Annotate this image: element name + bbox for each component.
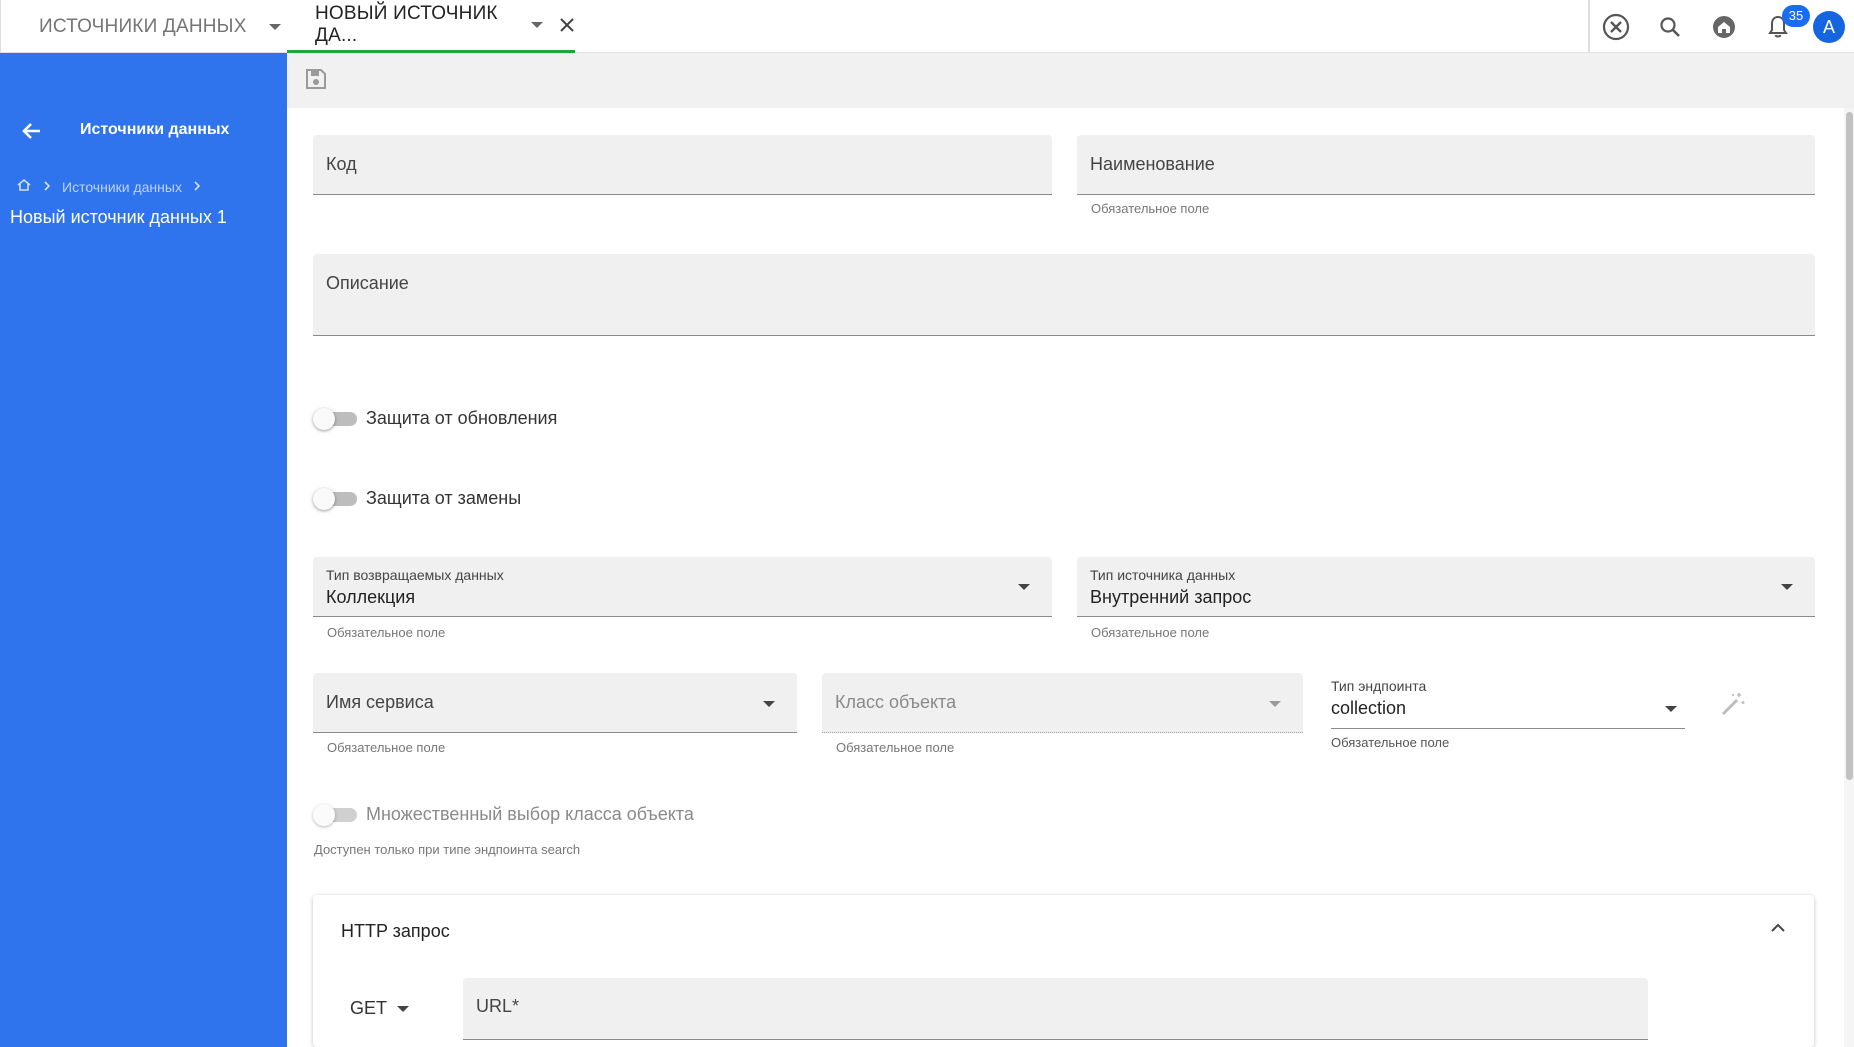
close-circle-icon[interactable] <box>1602 13 1630 41</box>
search-icon[interactable] <box>1656 13 1684 41</box>
tab-data-sources[interactable]: ИСТОЧНИКИ ДАННЫХ <box>0 0 287 53</box>
service-name-label: Имя сервиса <box>326 692 434 712</box>
chevron-down-icon <box>1269 701 1281 707</box>
return-type-select[interactable]: Тип возвращаемых данных Коллекция <box>313 557 1052 617</box>
url-label: URL* <box>476 996 520 1016</box>
source-type-select[interactable]: Тип источника данных Внутренний запрос <box>1077 557 1815 617</box>
object-class-select[interactable]: Класс объекта <box>822 673 1303 733</box>
http-request-panel: HTTP запрос GET URL* <box>313 895 1814 1047</box>
chevron-down-icon <box>1018 584 1030 590</box>
endpoint-type-select[interactable]: Тип эндпоинта collection <box>1331 673 1685 729</box>
toolbar <box>287 53 1854 108</box>
breadcrumb: Источники данных <box>16 177 202 196</box>
code-label: Код <box>326 154 357 174</box>
chevron-right-icon <box>42 179 52 195</box>
endpoint-type-value: collection <box>1331 698 1407 718</box>
endpoint-type-label: Тип эндпоинта <box>1331 678 1427 694</box>
close-icon[interactable] <box>559 17 575 33</box>
code-field[interactable]: Код <box>313 135 1052 195</box>
breadcrumb-link[interactable]: Источники данных <box>62 179 182 195</box>
tab-label: НОВЫЙ ИСТОЧНИК ДА... <box>315 3 498 46</box>
description-label: Описание <box>326 273 409 293</box>
chevron-down-icon <box>397 1005 410 1012</box>
name-label: Наименование <box>1090 154 1215 174</box>
service-name-select[interactable]: Имя сервиса <box>313 673 797 733</box>
avatar[interactable]: A <box>1813 11 1845 43</box>
description-field[interactable]: Описание <box>313 254 1815 336</box>
protect-replace-toggle[interactable] <box>313 488 359 510</box>
current-page-title: Новый источник данных 1 <box>10 207 227 227</box>
http-panel-title: HTTP запрос <box>341 921 450 941</box>
save-icon[interactable] <box>305 68 327 95</box>
multi-select-hint: Доступен только при типе эндпоинта searc… <box>314 842 581 857</box>
multi-select-toggle[interactable] <box>313 804 359 826</box>
chevron-down-icon <box>763 701 775 707</box>
source-type-hint: Обязательное поле <box>1091 625 1210 640</box>
chevron-down-icon[interactable] <box>531 22 543 28</box>
home-icon[interactable] <box>16 177 32 196</box>
return-type-hint: Обязательное поле <box>327 625 446 640</box>
protect-update-toggle[interactable] <box>313 408 359 430</box>
protect-update-label: Защита от обновления <box>366 408 558 428</box>
http-method-select[interactable]: GET <box>350 998 410 1019</box>
chevron-up-icon[interactable] <box>1769 919 1787 942</box>
top-bar: ИСТОЧНИКИ ДАННЫХ НОВЫЙ ИСТОЧНИК ДА... 35… <box>0 0 1854 53</box>
magic-wand-icon[interactable] <box>1719 690 1747 723</box>
name-field[interactable]: Наименование <box>1077 135 1815 195</box>
chevron-right-icon <box>192 179 202 195</box>
endpoint-type-hint: Обязательное поле <box>1331 735 1450 750</box>
back-arrow-icon[interactable] <box>18 117 46 145</box>
sidebar: Источники данных Источники данных Новый … <box>0 53 287 1047</box>
tab-new-data-source[interactable]: НОВЫЙ ИСТОЧНИК ДА... <box>287 0 575 53</box>
object-class-hint: Обязательное поле <box>836 740 955 755</box>
source-type-value: Внутренний запрос <box>1090 587 1252 607</box>
object-class-label: Класс объекта <box>835 692 957 712</box>
return-type-value: Коллекция <box>326 587 416 607</box>
protect-replace-label: Защита от замены <box>366 488 522 508</box>
source-type-label: Тип источника данных <box>1090 567 1236 583</box>
name-hint: Обязательное поле <box>1091 201 1210 216</box>
home-icon[interactable] <box>1710 13 1738 41</box>
scrollbar-thumb[interactable] <box>1846 112 1853 780</box>
chevron-down-icon[interactable] <box>268 23 281 30</box>
chevron-down-icon <box>1781 584 1793 590</box>
chevron-down-icon <box>1665 706 1677 712</box>
service-name-hint: Обязательное поле <box>327 740 446 755</box>
http-method-value: GET <box>350 998 388 1018</box>
tab-label: ИСТОЧНИКИ ДАННЫХ <box>39 15 247 37</box>
url-input[interactable]: URL* <box>463 978 1648 1040</box>
multi-select-label: Множественный выбор класса объекта <box>366 804 694 824</box>
return-type-label: Тип возвращаемых данных <box>326 567 504 583</box>
sidebar-title: Источники данных <box>80 121 230 138</box>
notification-badge: 35 <box>1782 5 1810 27</box>
